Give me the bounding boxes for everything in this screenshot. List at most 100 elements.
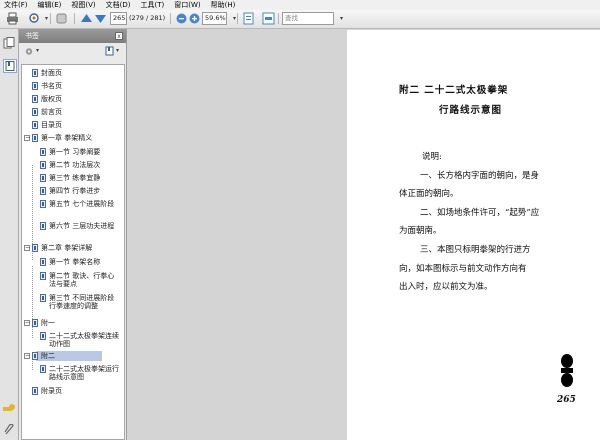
bookmark-section[interactable]: 二十二式太极拳架连续动作图 xyxy=(49,332,119,348)
zoom-level-input[interactable]: 59.6% xyxy=(202,12,227,25)
bookmark-icon xyxy=(32,352,38,360)
bookmark-section[interactable]: 第六节 三层功夫进程 xyxy=(49,222,119,230)
zoom-in-icon[interactable] xyxy=(188,12,201,25)
document-viewer[interactable]: 附二 二十二式太极拳架 行路线示意图 说明: 一、长方格内字面的朝向，是身 体正… xyxy=(127,29,600,440)
bookmark-icon xyxy=(40,294,46,302)
collapse-toggle[interactable]: − xyxy=(24,320,30,326)
toolbar-divider xyxy=(170,13,171,24)
bookmark-section[interactable]: 第三节 不同进展阶段行拳速度的调整 xyxy=(49,294,119,310)
document-page: 附二 二十二式太极拳架 行路线示意图 说明: 一、长方格内字面的朝向，是身 体正… xyxy=(347,30,600,440)
options-icon[interactable] xyxy=(25,47,35,56)
navigation-tabs xyxy=(0,29,19,440)
bookmark-icon xyxy=(40,332,46,340)
page-title-line-1: 附二 二十二式太极拳架 xyxy=(399,85,509,96)
bookmark-icon xyxy=(40,272,46,280)
options-dropdown-icon[interactable]: ▾ xyxy=(36,47,39,54)
hand-tool-icon[interactable] xyxy=(55,12,68,25)
bookmark-icon xyxy=(40,365,46,373)
toolbar-divider xyxy=(74,13,75,24)
signatures-icon[interactable] xyxy=(3,402,15,414)
page-paragraph-line: 向，如本图标示与前文动作方向有 xyxy=(399,264,527,274)
bookmark-appendix-2[interactable]: 附二 xyxy=(41,352,55,360)
chevron-down-icon[interactable]: ▾ xyxy=(40,12,53,25)
search-dropdown-icon[interactable]: ▾ xyxy=(335,12,348,25)
page-number-input[interactable]: 265 xyxy=(110,12,127,25)
bookmark-section[interactable]: 第一节 习拳阐要 xyxy=(49,148,100,156)
new-bookmark-icon[interactable] xyxy=(105,46,115,56)
bookmarks-panel: 书签 x ▾ ▾ 封面页 书名页 版权页 前言页 目录页 − 第一章 拳架精义 … xyxy=(19,29,127,440)
fit-page-icon[interactable] xyxy=(242,12,255,25)
tree-connector xyxy=(32,266,33,319)
bookmark-preface[interactable]: 前言页 xyxy=(41,108,62,116)
search-input[interactable]: 查找 xyxy=(282,12,334,25)
tree-connector xyxy=(32,359,33,370)
page-paragraph-line: 体正面的朝向。 xyxy=(399,189,459,199)
bookmark-icon xyxy=(32,387,38,395)
toolbar-divider xyxy=(237,13,238,24)
bookmark-icon xyxy=(32,95,38,103)
toolbar-divider xyxy=(278,13,279,24)
zoom-dropdown-icon[interactable]: ▾ xyxy=(228,12,241,25)
bookmark-icon xyxy=(32,244,38,252)
bookmark-section[interactable]: 第一节 拳架名称 xyxy=(49,258,100,266)
bookmark-cover[interactable]: 封面页 xyxy=(41,69,62,77)
menu-window[interactable]: 窗口(W) xyxy=(174,0,200,10)
bookmark-title-page[interactable]: 书名页 xyxy=(41,82,62,90)
bookmark-icon xyxy=(40,258,46,266)
toolbar-divider xyxy=(50,13,51,24)
bookmark-icon xyxy=(40,174,46,182)
tree-connector xyxy=(32,327,33,338)
panel-title: 书签 xyxy=(25,32,39,40)
zoom-out-icon[interactable] xyxy=(175,12,188,25)
collapse-toggle[interactable]: − xyxy=(24,135,30,141)
page-paragraph-line: 一、长方格内字面的朝向，是身 xyxy=(420,171,540,181)
collapse-toggle[interactable]: − xyxy=(24,353,30,359)
bookmark-icon xyxy=(40,148,46,156)
menu-file[interactable]: 文件(F) xyxy=(4,0,28,10)
bookmark-icon xyxy=(32,69,38,77)
bookmark-icon xyxy=(32,82,38,90)
page-heading: 说明: xyxy=(422,152,442,162)
bookmark-copyright[interactable]: 版权页 xyxy=(41,95,62,103)
bookmark-chapter-1[interactable]: 第一章 拳架精义 xyxy=(41,134,92,142)
menu-document[interactable]: 文档(D) xyxy=(106,0,131,10)
bookmark-appendix-1[interactable]: 附一 xyxy=(41,319,55,327)
attachments-icon[interactable] xyxy=(3,424,15,436)
panel-header: 书签 x xyxy=(19,29,126,43)
new-bookmark-dropdown-icon[interactable]: ▾ xyxy=(116,47,119,54)
bookmark-icon xyxy=(40,187,46,195)
close-panel-button[interactable]: x xyxy=(115,32,123,40)
menu-bar: 文件(F) 编辑(E) 视图(V) 文档(D) 工具(T) 窗口(W) 帮助(H… xyxy=(0,0,600,10)
menu-view[interactable]: 视图(V) xyxy=(71,0,95,10)
page-title-line-2: 行路线示意图 xyxy=(439,105,503,116)
page-number: 265 xyxy=(557,395,576,405)
bookmark-section[interactable]: 第五节 七个进展阶段 xyxy=(49,200,119,208)
collapse-toggle[interactable]: − xyxy=(24,245,30,251)
bookmark-contents[interactable]: 目录页 xyxy=(41,121,62,129)
bookmark-section[interactable]: 第二节 功法层次 xyxy=(49,161,100,169)
previous-page-icon[interactable] xyxy=(80,12,93,25)
bookmarks-icon[interactable] xyxy=(3,59,17,73)
bookmark-section[interactable]: 第二节 歌诀、行拳心法与要点 xyxy=(49,272,119,288)
bookmark-chapter-2[interactable]: 第二章 拳架详解 xyxy=(41,244,92,252)
pages-icon[interactable] xyxy=(3,37,15,49)
print-icon[interactable] xyxy=(6,12,19,25)
ornament-icon xyxy=(561,354,573,387)
bookmark-back-page[interactable]: 附录页 xyxy=(41,387,62,395)
page-count: (279 / 281) xyxy=(129,14,166,22)
bookmark-section[interactable]: 第三节 练拳宜静 xyxy=(49,174,100,182)
fit-width-icon[interactable] xyxy=(262,12,275,25)
next-page-icon[interactable] xyxy=(94,12,107,25)
bookmark-icon xyxy=(32,121,38,129)
bookmark-icon xyxy=(40,161,46,169)
menu-tools[interactable]: 工具(T) xyxy=(141,0,165,10)
page-paragraph-line: 出入时，应以前文为准。 xyxy=(399,282,493,292)
bookmark-section[interactable]: 二十二式太极拳架运行路线示意图 xyxy=(49,365,119,381)
bookmark-tree: 封面页 书名页 版权页 前言页 目录页 − 第一章 拳架精义 第一节 习拳阐要 … xyxy=(21,64,125,440)
bookmark-icon xyxy=(40,200,46,208)
bookmark-section[interactable]: 第四节 行拳进步 xyxy=(49,187,100,195)
page-paragraph-line: 为面朝南。 xyxy=(399,226,442,236)
menu-help[interactable]: 帮助(H) xyxy=(211,0,236,10)
page-paragraph-line: 二、如场地条件许可，“起势”应 xyxy=(420,208,540,218)
menu-edit[interactable]: 编辑(E) xyxy=(38,0,62,10)
